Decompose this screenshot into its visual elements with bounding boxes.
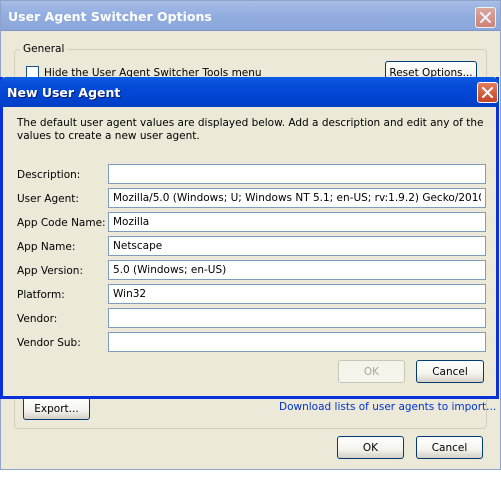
platform-input[interactable] <box>108 284 486 304</box>
app-version-input[interactable] <box>108 260 486 280</box>
options-ok-button[interactable]: OK <box>337 436 404 459</box>
dialog-ok-button[interactable]: OK <box>338 360 405 383</box>
dialog-cancel-button[interactable]: Cancel <box>416 360 484 383</box>
description-input[interactable] <box>108 164 486 184</box>
user-agent-label: User Agent: <box>17 193 79 205</box>
dialog-close-button[interactable] <box>477 82 498 103</box>
options-window-title: User Agent Switcher Options <box>8 9 212 24</box>
vendor-input[interactable] <box>108 308 486 328</box>
app-code-name-label: App Code Name: <box>17 217 106 229</box>
vendor-sub-input[interactable] <box>108 332 486 352</box>
dialog-titlebar: New User Agent <box>0 77 499 107</box>
app-name-input[interactable] <box>108 236 486 256</box>
options-close-button[interactable] <box>475 7 496 28</box>
general-group-label: General <box>20 43 68 55</box>
vendor-label: Vendor: <box>17 313 58 325</box>
app-version-label: App Version: <box>17 265 83 277</box>
app-name-label: App Name: <box>17 241 76 253</box>
close-icon <box>480 12 491 23</box>
user-agent-input[interactable] <box>108 188 486 208</box>
app-code-name-input[interactable] <box>108 212 486 232</box>
vendor-sub-label: Vendor Sub: <box>17 337 81 349</box>
dialog-intro-text: The default user agent values are displa… <box>17 117 484 142</box>
download-user-agents-link[interactable]: Download lists of user agents to import.… <box>279 401 496 413</box>
dialog-title: New User Agent <box>7 85 121 100</box>
platform-label: Platform: <box>17 289 65 301</box>
new-user-agent-dialog: New User Agent The default user agent va… <box>0 77 499 399</box>
options-cancel-button[interactable]: Cancel <box>416 436 483 459</box>
export-button[interactable]: Export... <box>23 397 90 420</box>
description-label: Description: <box>17 169 81 181</box>
close-icon <box>482 87 493 98</box>
options-titlebar: User Agent Switcher Options <box>1 1 500 31</box>
